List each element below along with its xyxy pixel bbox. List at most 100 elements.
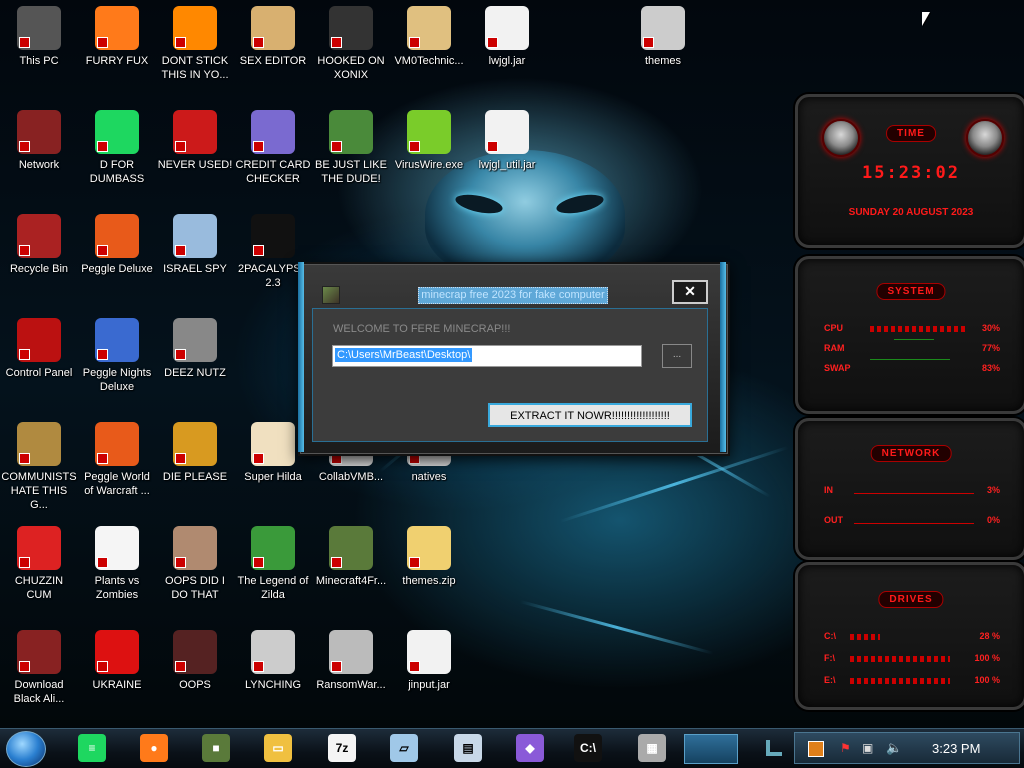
desktop-icon[interactable]: themes.zip — [391, 526, 467, 588]
drive-row-e: E:\ 100 % — [824, 675, 1000, 689]
taskbar-button[interactable]: ■ — [194, 732, 238, 764]
desktop-icon[interactable]: CHUZZIN CUM — [1, 526, 77, 602]
volume-icon[interactable]: 🔈 — [886, 740, 902, 756]
desktop-icon[interactable]: Peggle Deluxe — [79, 214, 155, 276]
desktop-icon[interactable]: Peggle Nights Deluxe — [79, 318, 155, 394]
dialog-close-button[interactable]: ✕ — [672, 280, 708, 304]
desktop-icon[interactable]: Recycle Bin — [1, 214, 77, 276]
desktop-icon-label: BE JUST LIKE THE DUDE! — [315, 159, 387, 185]
desktop-icon-label: DEEZ NUTZ — [164, 367, 226, 379]
desktop-icon[interactable]: Network — [1, 110, 77, 172]
desktop-icon[interactable]: NEVER USED! — [157, 110, 233, 172]
usage-bar — [870, 326, 968, 332]
desktop-icon[interactable]: DONT STICK THIS IN YO... — [157, 6, 233, 82]
shortcut-arrow-icon — [19, 141, 30, 152]
desktop-icon[interactable]: The Legend of Zilda — [235, 526, 311, 602]
desktop-icon[interactable]: themes — [625, 6, 701, 68]
shortcut-arrow-icon — [97, 245, 108, 256]
taskbar-button[interactable]: ▭ — [256, 732, 300, 764]
spotify-icon — [95, 110, 139, 154]
system-gadget[interactable]: SYSTEM CPU 30% RAM 77% SWAP 83% — [795, 256, 1024, 414]
shortcut-arrow-icon — [19, 349, 30, 360]
desktop-icon[interactable]: Control Panel — [1, 318, 77, 380]
command-prompt-icon: C:\ — [574, 734, 602, 762]
control-panel-icon — [17, 318, 61, 362]
desktop-icon[interactable]: ISRAEL SPY — [157, 214, 233, 276]
desktop-icon[interactable]: Peggle World of Warcraft ... — [79, 422, 155, 498]
taskbar-clock[interactable]: 3:23 PM — [932, 741, 980, 756]
row-value: 100 % — [974, 653, 1000, 663]
extract-path-input[interactable]: C:\Users\MrBeast\Desktop\ — [332, 345, 642, 367]
desktop-icon-label: Control Panel — [5, 367, 73, 379]
show-desktop-icon[interactable] — [766, 740, 782, 756]
desktop-icon[interactable]: Plants vs Zombies — [79, 526, 155, 602]
desktop-icon[interactable]: OOPS — [157, 630, 233, 692]
desktop-icon[interactable]: This PC — [1, 6, 77, 68]
pixel-character-icon — [251, 422, 295, 466]
tray-app-icon[interactable] — [808, 741, 824, 757]
firefox-icon — [95, 6, 139, 50]
alien-download-icon — [17, 630, 61, 674]
desktop-icon[interactable]: FURRY FUX — [79, 6, 155, 68]
desktop-icon[interactable]: OOPS DID I DO THAT — [157, 526, 233, 602]
desktop-icon-label: The Legend of Zilda — [237, 575, 309, 601]
desktop-icon-label: OOPS — [179, 679, 211, 691]
de-icon — [173, 422, 217, 466]
desktop-icon[interactable]: Download Black Ali... — [1, 630, 77, 706]
shortcut-arrow-icon — [97, 37, 108, 48]
shortcut-arrow-icon — [253, 141, 264, 152]
extract-path-value: C:\Users\MrBeast\Desktop\ — [335, 348, 473, 362]
tray-network-icon[interactable]: ▣ — [862, 741, 873, 755]
wall-app-icon: ▦ — [638, 734, 666, 762]
browse-button[interactable]: ... — [662, 344, 692, 368]
taskbar-button[interactable]: ▱ — [382, 732, 426, 764]
drive-row-c: C:\ 28 % — [824, 631, 1000, 645]
extract-button[interactable]: EXTRACT IT NOWR!!!!!!!!!!!!!!!!!!! — [488, 403, 692, 427]
desktop-icon[interactable]: CREDIT CARD CHECKER — [235, 110, 311, 186]
desktop-icon[interactable]: VM0Technic... — [391, 6, 467, 68]
taskbar-button[interactable]: ≡ — [70, 732, 114, 764]
tray-network-warning-icon[interactable]: ⚑ — [840, 741, 851, 755]
desktop-icon[interactable]: BE JUST LIKE THE DUDE! — [313, 110, 389, 186]
network-gadget[interactable]: NETWORK IN 3% OUT 0% — [795, 418, 1024, 560]
desktop-icon[interactable]: DEEZ NUTZ — [157, 318, 233, 380]
taskbar-button[interactable]: ◆ — [508, 732, 552, 764]
taskbar-button[interactable]: ▤ — [446, 732, 490, 764]
row-name: IN — [824, 485, 833, 495]
desktop-icon[interactable]: HOOKED ON XONIX — [313, 6, 389, 82]
desktop-icon[interactable]: UKRAINE — [79, 630, 155, 692]
desktop-icon[interactable]: D FOR DUMBASS — [79, 110, 155, 186]
desktop-icon-label: lwjgl_util.jar — [478, 159, 536, 171]
system-gadget-label: SYSTEM — [876, 283, 946, 300]
taskbar-button[interactable]: ▦ — [630, 732, 674, 764]
network-row-out: OUT 0% — [824, 515, 1000, 529]
desktop-icon[interactable]: COMMUNISTS HATE THIS G... — [1, 422, 77, 512]
desktop-icon[interactable]: jinput.jar — [391, 630, 467, 692]
start-button[interactable] — [6, 731, 46, 767]
taskbar-button[interactable]: 7z — [320, 732, 364, 764]
maze-game-icon — [329, 6, 373, 50]
row-name: C:\ — [824, 631, 836, 641]
taskbar-button[interactable]: ● — [132, 732, 176, 764]
taskbar-button[interactable]: C:\ — [566, 732, 610, 764]
shortcut-arrow-icon — [643, 37, 654, 48]
desktop-icon[interactable]: SEX EDITOR — [235, 6, 311, 68]
shortcut-arrow-icon — [253, 37, 264, 48]
row-name: RAM — [824, 343, 845, 353]
desktop-icon[interactable]: RansomWar... — [313, 630, 389, 692]
drives-gadget[interactable]: DRIVES C:\ 28 % F:\ 100 % E:\ 100 % — [795, 562, 1024, 710]
dialog-app-icon — [322, 286, 340, 304]
desktop-icon[interactable]: DIE PLEASE — [157, 422, 233, 484]
terminal-icon — [251, 214, 295, 258]
desktop-icon[interactable]: lwjgl.jar — [469, 6, 545, 68]
time-gadget[interactable]: TIME 15:23:02 SUNDAY 20 AUGUST 2023 — [795, 94, 1024, 248]
desktop-icon-label: LYNCHING — [244, 679, 302, 691]
row-value: 83% — [981, 363, 1000, 373]
desktop-icon[interactable]: LYNCHING — [235, 630, 311, 692]
taskbar-active-window[interactable] — [684, 734, 738, 764]
desktop-icon[interactable]: Minecraft4Fr... — [313, 526, 389, 588]
shortcut-arrow-icon — [175, 557, 186, 568]
desktop-icon[interactable]: lwjgl_util.jar — [469, 110, 545, 172]
row-name: E:\ — [824, 675, 836, 685]
desktop-icon[interactable]: VirusWire.exe — [391, 110, 467, 172]
